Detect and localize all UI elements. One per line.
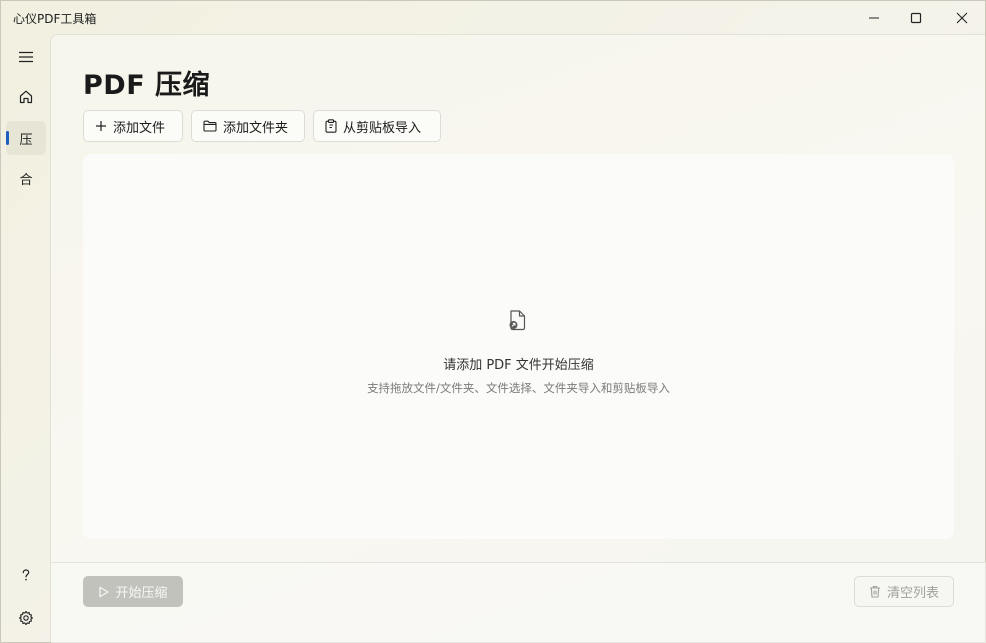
sidebar-menu-toggle[interactable] <box>6 40 46 74</box>
maximize-icon <box>910 12 922 23</box>
play-icon <box>98 586 109 598</box>
active-indicator <box>6 131 9 145</box>
folder-icon <box>203 120 217 132</box>
trash-icon <box>869 585 881 598</box>
title-bar[interactable]: 心仪PDF工具箱 <box>1 1 985 34</box>
hamburger-menu-icon <box>19 51 33 63</box>
sidebar-item-compress[interactable]: 压 <box>6 121 46 155</box>
close-button[interactable] <box>939 1 985 34</box>
start-compress-label: 开始压缩 <box>115 586 168 601</box>
import-clipboard-label: 从剪贴板导入 <box>343 120 422 136</box>
home-icon <box>19 90 33 104</box>
pdf-file-icon <box>509 310 526 331</box>
plus-icon <box>95 120 107 132</box>
add-folder-button[interactable]: 添加文件夹 <box>191 110 305 142</box>
add-file-label: 添加文件 <box>113 120 166 136</box>
sidebar-item-home[interactable] <box>6 80 46 114</box>
help-icon <box>22 569 30 581</box>
sidebar-item-settings[interactable] <box>6 601 46 635</box>
clear-list-button[interactable]: 清空列表 <box>854 576 954 607</box>
sidebar-item-merge[interactable]: 合 <box>6 161 46 195</box>
add-folder-label: 添加文件夹 <box>223 120 289 136</box>
sidebar-item-help[interactable] <box>6 558 46 592</box>
gear-icon <box>19 610 33 626</box>
import-clipboard-button[interactable]: 从剪贴板导入 <box>313 110 441 142</box>
main-content: PDF 压缩 添加文件 添加文件夹 从剪贴板导入 请添加 PDF 文件开始压缩 … <box>50 34 986 643</box>
footer-bar: 开始压缩 清空列表 <box>51 563 986 643</box>
add-file-button[interactable]: 添加文件 <box>83 110 183 142</box>
sidebar: 压 合 <box>1 34 50 642</box>
start-compress-button[interactable]: 开始压缩 <box>83 576 183 607</box>
page-title: PDF 压缩 <box>83 70 211 101</box>
clear-list-label: 清空列表 <box>886 586 939 601</box>
close-icon <box>956 12 968 23</box>
drop-zone-subtitle: 支持拖放文件/文件夹、文件选择、文件夹导入和剪贴板导入 <box>367 381 670 395</box>
maximize-button[interactable] <box>893 1 939 34</box>
sidebar-item-label: 合 <box>19 172 33 188</box>
minimize-button[interactable] <box>851 1 897 34</box>
clipboard-icon <box>325 119 337 133</box>
file-drop-zone[interactable]: 请添加 PDF 文件开始压缩 支持拖放文件/文件夹、文件选择、文件夹导入和剪贴板… <box>83 154 954 539</box>
minimize-icon <box>869 17 879 18</box>
sidebar-item-label: 压 <box>19 132 33 148</box>
app-window: 心仪PDF工具箱 压 合 PDF 压缩 添加文件 添加文件夹 从剪贴板导入 请添… <box>0 0 986 643</box>
app-title: 心仪PDF工具箱 <box>13 12 97 26</box>
drop-zone-title: 请添加 PDF 文件开始压缩 <box>443 358 594 373</box>
